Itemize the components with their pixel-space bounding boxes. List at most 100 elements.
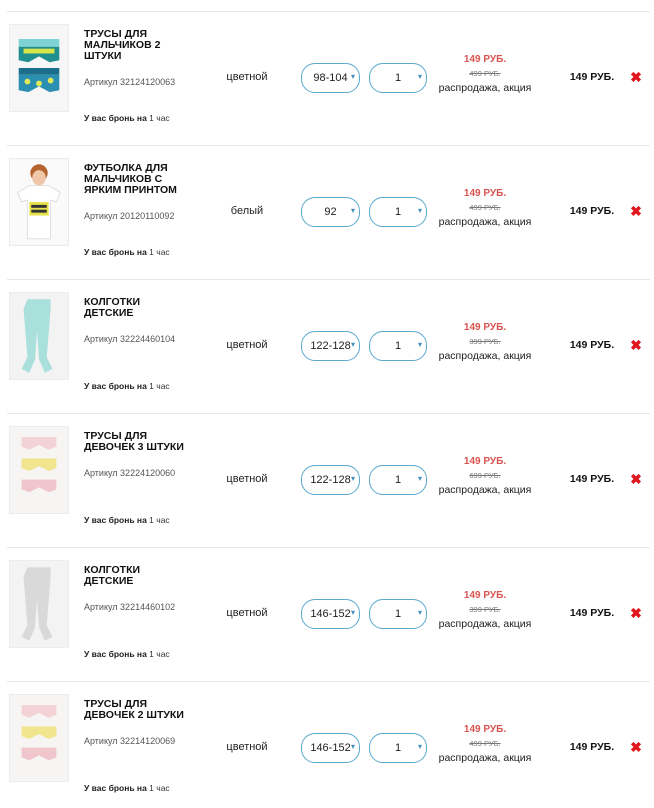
reservation-note: У вас бронь на 1 час bbox=[84, 381, 170, 391]
reservation-prefix: У вас бронь на bbox=[84, 649, 147, 659]
reservation-unit: час bbox=[156, 381, 170, 391]
chevron-down-icon: ▾ bbox=[417, 340, 422, 349]
product-image[interactable] bbox=[9, 694, 69, 782]
reservation-unit: час bbox=[156, 649, 170, 659]
old-price: 499 РУБ. bbox=[469, 69, 501, 78]
product-color: цветной bbox=[226, 607, 268, 619]
reservation-number: 1 bbox=[149, 649, 154, 659]
promo-label: распродажа, акция bbox=[438, 350, 532, 362]
remove-item-icon[interactable]: ✖ bbox=[629, 70, 643, 84]
reservation-prefix: У вас бронь на bbox=[84, 783, 147, 793]
product-title-line: ШТУКИ bbox=[84, 50, 122, 62]
cart-item-row: ТРУСЫ ДЛЯ ДЕВОЧЕК 3 ШТУКИ Артикул 32224120… bbox=[7, 413, 650, 547]
remove-item-icon[interactable]: ✖ bbox=[629, 740, 643, 754]
chevron-down-icon: ▾ bbox=[350, 340, 355, 349]
product-image[interactable] bbox=[9, 560, 69, 648]
price-block: 149 РУБ. 499 РУБ. распродажа, акция bbox=[435, 53, 535, 94]
product-title[interactable]: КОЛГОТКИ ДЕТСКИЕ bbox=[84, 297, 204, 319]
quantity-value: 1 bbox=[394, 742, 402, 754]
price-block: 149 РУБ. 399 РУБ. распродажа, акция bbox=[435, 321, 535, 362]
size-select[interactable]: 122-128 ▾ bbox=[301, 331, 360, 361]
remove-item-icon[interactable]: ✖ bbox=[629, 606, 643, 620]
item-total: 149 РУБ. bbox=[569, 339, 615, 351]
reservation-note: У вас бронь на 1 час bbox=[84, 113, 170, 123]
product-article: Артикул 32214460102 bbox=[84, 602, 176, 612]
product-title[interactable]: ФУТБОЛКА ДЛЯ МАЛЬЧИКОВ С ЯРКИМ ПРИНТОМ bbox=[84, 163, 204, 196]
product-article: Артикул 32214120069 bbox=[84, 736, 176, 746]
sale-price: 149 РУБ. bbox=[463, 54, 507, 65]
cart-item-row: КОЛГОТКИ ДЕТСКИЕ Артикул 32224460104 У вас … bbox=[7, 279, 650, 413]
quantity-select[interactable]: 1 ▾ bbox=[369, 599, 427, 629]
product-image[interactable] bbox=[9, 292, 69, 380]
remove-item-icon[interactable]: ✖ bbox=[629, 338, 643, 352]
item-total: 149 РУБ. bbox=[569, 741, 615, 753]
product-article: Артикул 20120110092 bbox=[84, 211, 175, 221]
cart-item-row: ФУТБОЛКА ДЛЯ МАЛЬЧИКОВ С ЯРКИМ ПРИНТОМ Арти… bbox=[7, 145, 650, 279]
quantity-value: 1 bbox=[394, 206, 402, 218]
quantity-select[interactable]: 1 ▾ bbox=[369, 465, 427, 495]
remove-item-icon[interactable]: ✖ bbox=[629, 472, 643, 486]
reservation-number: 1 bbox=[149, 381, 154, 391]
product-title[interactable]: ТРУСЫ ДЛЯ МАЛЬЧИКОВ 2 ШТУКИ bbox=[84, 29, 204, 62]
item-total: 149 РУБ. bbox=[569, 607, 615, 619]
product-title[interactable]: ТРУСЫ ДЛЯ ДЕВОЧЕК 3 ШТУКИ bbox=[84, 431, 204, 453]
size-select[interactable]: 98-104 ▾ bbox=[301, 63, 360, 93]
cart-item-row: КОЛГОТКИ ДЕТСКИЕ Артикул 32214460102 У вас … bbox=[7, 547, 650, 681]
product-color: цветной bbox=[226, 71, 268, 83]
size-select[interactable]: 92 ▾ bbox=[301, 197, 360, 227]
item-total: 149 РУБ. bbox=[569, 473, 615, 485]
product-article: Артикул 32224460104 bbox=[84, 334, 176, 344]
old-price: 499 РУБ. bbox=[469, 203, 501, 212]
reservation-note: У вас бронь на 1 час bbox=[84, 783, 170, 793]
reservation-unit: час bbox=[156, 783, 170, 793]
product-title-line: ДЕВОЧЕК 3 ШТУКИ bbox=[84, 441, 184, 453]
item-total: 149 РУБ. bbox=[569, 205, 615, 217]
product-image[interactable] bbox=[9, 426, 69, 514]
price-block: 149 РУБ. 699 РУБ. распродажа, акция bbox=[435, 455, 535, 496]
item-total: 149 РУБ. bbox=[569, 71, 615, 83]
chevron-down-icon: ▾ bbox=[417, 206, 422, 215]
product-article: Артикул 32124120063 bbox=[84, 77, 176, 87]
chevron-down-icon: ▾ bbox=[350, 72, 355, 81]
promo-label: распродажа, акция bbox=[438, 484, 532, 496]
old-price: 699 РУБ. bbox=[469, 471, 501, 480]
size-value: 146-152 bbox=[310, 742, 351, 754]
reservation-unit: час bbox=[156, 247, 170, 257]
promo-label: распродажа, акция bbox=[438, 752, 532, 764]
promo-label: распродажа, акция bbox=[438, 618, 532, 630]
size-value: 92 bbox=[324, 206, 337, 218]
size-value: 122-128 bbox=[310, 340, 351, 352]
size-value: 98-104 bbox=[313, 72, 348, 84]
product-color: цветной bbox=[226, 339, 268, 351]
reservation-note: У вас бронь на 1 час bbox=[84, 515, 170, 525]
product-image[interactable] bbox=[9, 158, 69, 246]
product-title[interactable]: КОЛГОТКИ ДЕТСКИЕ bbox=[84, 565, 204, 587]
old-price: 499 РУБ. bbox=[469, 739, 501, 748]
price-block: 149 РУБ. 499 РУБ. распродажа, акция bbox=[435, 723, 535, 764]
cart-item-row: ТРУСЫ ДЛЯ МАЛЬЧИКОВ 2 ШТУКИ Артикул 3212412… bbox=[7, 11, 650, 145]
size-select[interactable]: 146-152 ▾ bbox=[301, 599, 360, 629]
reservation-unit: час bbox=[156, 113, 170, 123]
quantity-value: 1 bbox=[394, 72, 402, 84]
sale-price: 149 РУБ. bbox=[463, 590, 507, 601]
quantity-select[interactable]: 1 ▾ bbox=[369, 197, 427, 227]
size-value: 122-128 bbox=[310, 474, 351, 486]
reservation-prefix: У вас бронь на bbox=[84, 515, 147, 525]
chevron-down-icon: ▾ bbox=[417, 474, 422, 483]
sale-price: 149 РУБ. bbox=[463, 724, 507, 735]
quantity-select[interactable]: 1 ▾ bbox=[369, 331, 427, 361]
product-title[interactable]: ТРУСЫ ДЛЯ ДЕВОЧЕК 2 ШТУКИ bbox=[84, 699, 204, 721]
size-select[interactable]: 122-128 ▾ bbox=[301, 465, 360, 495]
cart-list: ТРУСЫ ДЛЯ МАЛЬЧИКОВ 2 ШТУКИ Артикул 3212412… bbox=[0, 0, 654, 808]
chevron-down-icon: ▾ bbox=[417, 742, 422, 751]
product-title-line: ДЕВОЧЕК 2 ШТУКИ bbox=[84, 709, 184, 721]
quantity-select[interactable]: 1 ▾ bbox=[369, 63, 427, 93]
remove-item-icon[interactable]: ✖ bbox=[629, 204, 643, 218]
quantity-select[interactable]: 1 ▾ bbox=[369, 733, 427, 763]
reservation-number: 1 bbox=[149, 515, 154, 525]
product-image[interactable] bbox=[9, 24, 69, 112]
chevron-down-icon: ▾ bbox=[417, 608, 422, 617]
size-select[interactable]: 146-152 ▾ bbox=[301, 733, 360, 763]
sale-price: 149 РУБ. bbox=[463, 322, 507, 333]
old-price: 399 РУБ. bbox=[469, 605, 501, 614]
